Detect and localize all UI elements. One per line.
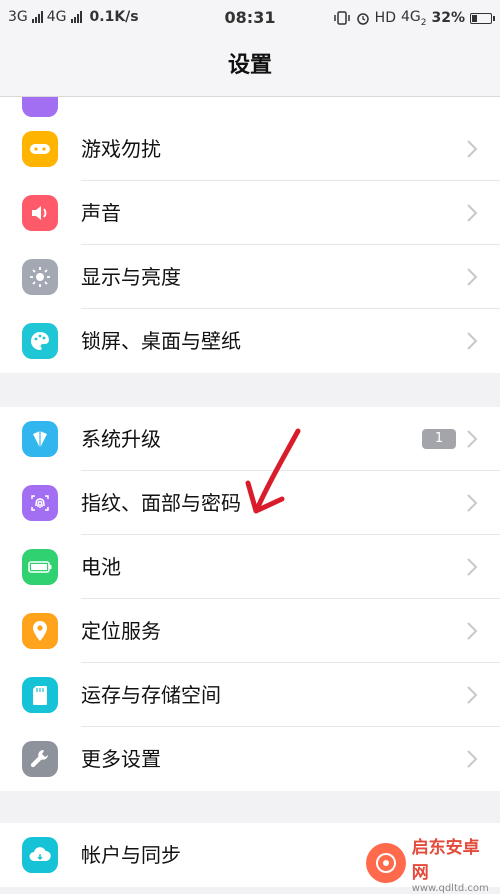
settings-group-1: 游戏勿扰 声音 显示与亮度 锁屏、桌面与壁纸 bbox=[0, 117, 500, 373]
battery-icon bbox=[470, 12, 495, 24]
page-title: 设置 bbox=[227, 53, 272, 78]
gamepad-icon bbox=[22, 131, 58, 167]
update-count-badge: 1 bbox=[422, 429, 456, 449]
watermark: 启东安卓网 www.qdltd.com bbox=[366, 838, 496, 894]
partial-item-icon[interactable] bbox=[22, 97, 58, 117]
settings-item-label: 声音 bbox=[81, 201, 121, 225]
cloud-sync-icon bbox=[22, 837, 58, 873]
settings-item-label: 定位服务 bbox=[81, 619, 161, 643]
location-icon bbox=[22, 613, 58, 649]
settings-item-label: 电池 bbox=[81, 555, 121, 579]
settings-item-wallpaper[interactable]: 锁屏、桌面与壁纸 bbox=[0, 309, 500, 373]
chevron-right-icon bbox=[467, 140, 478, 158]
sdcard-icon bbox=[22, 677, 58, 713]
settings-item-storage[interactable]: 运存与存储空间 bbox=[0, 663, 500, 727]
vibrate-icon bbox=[333, 11, 350, 26]
watermark-text: 启东安卓网 www.qdltd.com bbox=[412, 833, 496, 894]
settings-item-label: 系统升级 bbox=[81, 427, 161, 451]
fingerprint-icon bbox=[22, 485, 58, 521]
settings-item-label: 帐户与同步 bbox=[81, 843, 181, 867]
settings-item-label: 游戏勿扰 bbox=[81, 137, 161, 161]
battery-icon bbox=[22, 549, 58, 585]
settings-item-label: 指纹、面部与密码 bbox=[81, 491, 241, 515]
wrench-icon bbox=[22, 741, 58, 777]
settings-item-label: 运存与存储空间 bbox=[81, 683, 221, 707]
settings-item-sound[interactable]: 声音 bbox=[0, 181, 500, 245]
upgrade-icon bbox=[22, 421, 58, 457]
chevron-right-icon bbox=[467, 204, 478, 222]
settings-item-label: 显示与亮度 bbox=[81, 265, 181, 289]
brightness-icon bbox=[22, 259, 58, 295]
chevron-right-icon bbox=[467, 494, 478, 512]
chevron-right-icon bbox=[467, 750, 478, 768]
speaker-icon bbox=[22, 195, 58, 231]
settings-item-system-update[interactable]: 系统升级 1 bbox=[0, 407, 500, 471]
battery-percent: 32% bbox=[431, 10, 465, 27]
settings-item-display[interactable]: 显示与亮度 bbox=[0, 245, 500, 309]
settings-item-location[interactable]: 定位服务 bbox=[0, 599, 500, 663]
chevron-right-icon bbox=[467, 686, 478, 704]
chevron-right-icon bbox=[467, 622, 478, 640]
settings-item-battery[interactable]: 电池 bbox=[0, 535, 500, 599]
settings-group-partial bbox=[0, 97, 500, 117]
hd-label: HD bbox=[374, 10, 396, 27]
settings-item-game-mode[interactable]: 游戏勿扰 bbox=[0, 117, 500, 181]
chevron-right-icon bbox=[467, 268, 478, 286]
settings-item-label: 锁屏、桌面与壁纸 bbox=[81, 329, 241, 353]
chevron-right-icon bbox=[467, 332, 478, 350]
watermark-logo-icon bbox=[366, 843, 406, 883]
settings-group-2: 系统升级 1 指纹、面部与密码 电池 定位服务 运存与存储空间 更多设置 bbox=[0, 407, 500, 791]
settings-item-more[interactable]: 更多设置 bbox=[0, 727, 500, 791]
status-right: HD 4G2 32% bbox=[333, 9, 495, 28]
network-type-3: 4G2 bbox=[400, 9, 427, 28]
chevron-right-icon bbox=[467, 558, 478, 576]
watermark-brand: 启东安卓网 bbox=[411, 837, 480, 883]
status-bar: 3G 4G 0.1K/s 08:31 HD 4G2 32% bbox=[0, 0, 500, 36]
palette-icon bbox=[22, 323, 58, 359]
alarm-icon bbox=[356, 13, 369, 26]
chevron-right-icon bbox=[467, 430, 478, 448]
watermark-url: www.qdltd.com bbox=[411, 882, 489, 894]
settings-item-fingerprint[interactable]: 指纹、面部与密码 bbox=[0, 471, 500, 535]
settings-item-label: 更多设置 bbox=[81, 747, 161, 771]
nav-bar: 设置 bbox=[0, 36, 500, 97]
